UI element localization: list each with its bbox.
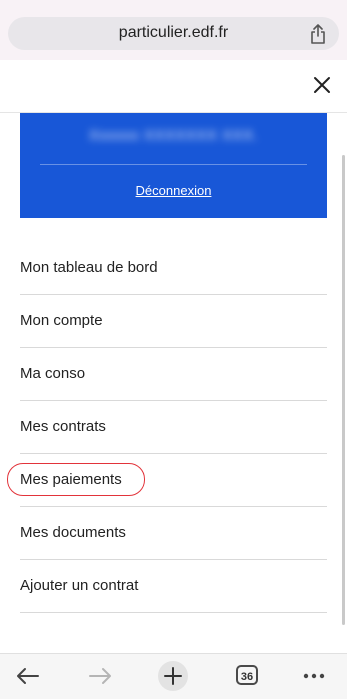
menu-item-mes-paiements[interactable]: Mes paiements	[7, 454, 327, 507]
scrollbar[interactable]	[342, 155, 345, 625]
card-divider	[40, 164, 307, 165]
menu-item-mon-compte[interactable]: Mon compte	[20, 295, 327, 348]
menu-item-label: Mes documents	[20, 524, 126, 541]
nav-menu: Mon tableau de bord Mon compte Ma conso …	[7, 242, 327, 613]
tabs-count-button[interactable]: 36	[236, 665, 258, 685]
user-card: Xxxxxx XXXXXXX XXX. Déconnexion	[20, 113, 327, 218]
browser-bottom-bar: 36	[0, 653, 347, 699]
close-icon[interactable]	[313, 76, 331, 94]
menu-item-label: Mes contrats	[20, 418, 106, 435]
menu-item-label: Mes paiements	[20, 471, 122, 488]
forward-arrow-icon[interactable]	[84, 660, 116, 692]
menu-item-tableau-de-bord[interactable]: Mon tableau de bord	[20, 242, 327, 295]
address-bar[interactable]: particulier.edf.fr	[8, 17, 339, 50]
menu-item-ajouter-contrat[interactable]: Ajouter un contrat	[20, 560, 327, 613]
user-name: Xxxxxx XXXXXXX XXX.	[88, 127, 259, 144]
back-arrow-icon[interactable]	[12, 660, 44, 692]
menu-item-mes-documents[interactable]: Mes documents	[20, 507, 327, 560]
more-dots-icon[interactable]	[298, 660, 330, 692]
menu-item-label: Ma conso	[20, 365, 86, 382]
menu-item-label: Mon tableau de bord	[20, 259, 158, 276]
url-text[interactable]: particulier.edf.fr	[8, 24, 339, 42]
plus-icon[interactable]	[157, 660, 189, 692]
logout-link[interactable]: Déconnexion	[20, 183, 327, 198]
share-icon[interactable]	[309, 24, 327, 44]
menu-item-mes-contrats[interactable]: Mes contrats	[20, 401, 327, 454]
menu-scroll-area[interactable]: Xxxxxx XXXXXXX XXX. Déconnexion Mon tabl…	[0, 113, 347, 653]
browser-top-bar: particulier.edf.fr	[0, 0, 347, 60]
menu-item-ma-conso[interactable]: Ma conso	[20, 348, 327, 401]
menu-item-label: Mon compte	[20, 312, 103, 329]
menu-header	[0, 60, 347, 113]
menu-item-label: Ajouter un contrat	[20, 577, 139, 594]
